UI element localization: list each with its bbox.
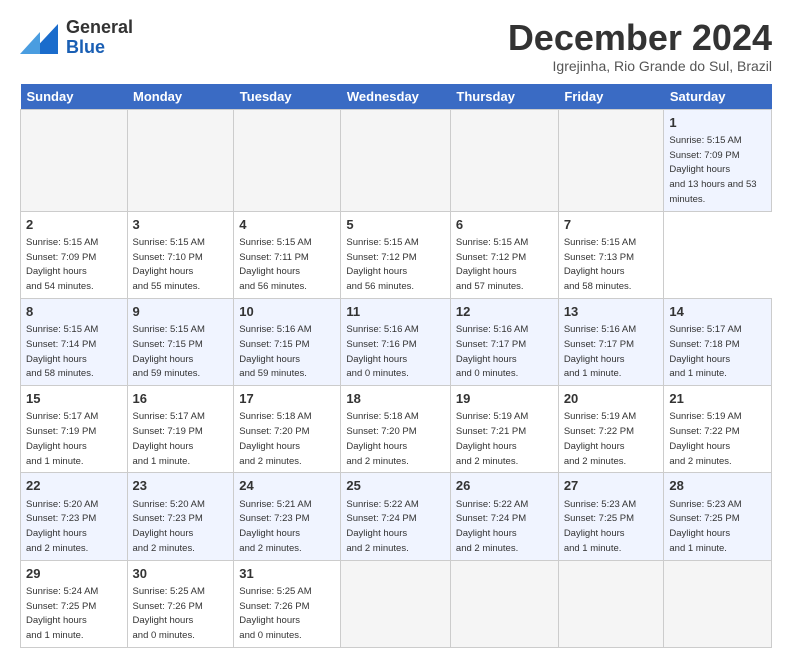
- calendar-week-5: 22Sunrise: 5:20 AMSunset: 7:23 PMDayligh…: [21, 473, 772, 560]
- calendar-day-26: 26Sunrise: 5:22 AMSunset: 7:24 PMDayligh…: [450, 473, 558, 560]
- calendar-day-30: 30Sunrise: 5:25 AMSunset: 7:26 PMDayligh…: [127, 560, 234, 647]
- calendar-day-14: 14Sunrise: 5:17 AMSunset: 7:18 PMDayligh…: [664, 298, 772, 385]
- logo-blue: Blue: [66, 38, 133, 58]
- calendar-day-24: 24Sunrise: 5:21 AMSunset: 7:23 PMDayligh…: [234, 473, 341, 560]
- col-header-friday: Friday: [558, 84, 664, 110]
- calendar-day-9: 9Sunrise: 5:15 AMSunset: 7:15 PMDaylight…: [127, 298, 234, 385]
- logo-icon: [20, 22, 58, 54]
- calendar-day-27: 27Sunrise: 5:23 AMSunset: 7:25 PMDayligh…: [558, 473, 664, 560]
- calendar-day-19: 19Sunrise: 5:19 AMSunset: 7:21 PMDayligh…: [450, 386, 558, 473]
- empty-cell: [341, 109, 451, 211]
- calendar-day-7: 7Sunrise: 5:15 AMSunset: 7:13 PMDaylight…: [558, 211, 664, 298]
- calendar-day-3: 3Sunrise: 5:15 AMSunset: 7:10 PMDaylight…: [127, 211, 234, 298]
- right-header: December 2024 Igrejinha, Rio Grande do S…: [508, 18, 772, 74]
- calendar-day-16: 16Sunrise: 5:17 AMSunset: 7:19 PMDayligh…: [127, 386, 234, 473]
- calendar-day-5: 5Sunrise: 5:15 AMSunset: 7:12 PMDaylight…: [341, 211, 451, 298]
- logo-general: General: [66, 18, 133, 38]
- calendar-day-13: 13Sunrise: 5:16 AMSunset: 7:17 PMDayligh…: [558, 298, 664, 385]
- page: General Blue December 2024 Igrejinha, Ri…: [0, 0, 792, 658]
- calendar-day-23: 23Sunrise: 5:20 AMSunset: 7:23 PMDayligh…: [127, 473, 234, 560]
- calendar-day-4: 4Sunrise: 5:15 AMSunset: 7:11 PMDaylight…: [234, 211, 341, 298]
- calendar-day-12: 12Sunrise: 5:16 AMSunset: 7:17 PMDayligh…: [450, 298, 558, 385]
- col-header-thursday: Thursday: [450, 84, 558, 110]
- empty-cell: [558, 560, 664, 647]
- calendar-day-22: 22Sunrise: 5:20 AMSunset: 7:23 PMDayligh…: [21, 473, 128, 560]
- empty-cell: [450, 560, 558, 647]
- empty-cell: [558, 109, 664, 211]
- calendar-day-31: 31Sunrise: 5:25 AMSunset: 7:26 PMDayligh…: [234, 560, 341, 647]
- location: Igrejinha, Rio Grande do Sul, Brazil: [508, 58, 772, 74]
- col-header-tuesday: Tuesday: [234, 84, 341, 110]
- calendar-week-1: 1Sunrise: 5:15 AMSunset: 7:09 PMDaylight…: [21, 109, 772, 211]
- calendar-week-3: 8Sunrise: 5:15 AMSunset: 7:14 PMDaylight…: [21, 298, 772, 385]
- calendar-day-10: 10Sunrise: 5:16 AMSunset: 7:15 PMDayligh…: [234, 298, 341, 385]
- header-row: SundayMondayTuesdayWednesdayThursdayFrid…: [21, 84, 772, 110]
- calendar-day-2: 2Sunrise: 5:15 AMSunset: 7:09 PMDaylight…: [21, 211, 128, 298]
- calendar-week-4: 15Sunrise: 5:17 AMSunset: 7:19 PMDayligh…: [21, 386, 772, 473]
- empty-cell: [450, 109, 558, 211]
- col-header-wednesday: Wednesday: [341, 84, 451, 110]
- calendar-day-6: 6Sunrise: 5:15 AMSunset: 7:12 PMDaylight…: [450, 211, 558, 298]
- empty-cell: [127, 109, 234, 211]
- calendar-day-15: 15Sunrise: 5:17 AMSunset: 7:19 PMDayligh…: [21, 386, 128, 473]
- empty-cell: [664, 560, 772, 647]
- calendar-day-18: 18Sunrise: 5:18 AMSunset: 7:20 PMDayligh…: [341, 386, 451, 473]
- month-title: December 2024: [508, 18, 772, 58]
- calendar-day-28: 28Sunrise: 5:23 AMSunset: 7:25 PMDayligh…: [664, 473, 772, 560]
- calendar-day-25: 25Sunrise: 5:22 AMSunset: 7:24 PMDayligh…: [341, 473, 451, 560]
- calendar-day-1: 1Sunrise: 5:15 AMSunset: 7:09 PMDaylight…: [664, 109, 772, 211]
- calendar-day-21: 21Sunrise: 5:19 AMSunset: 7:22 PMDayligh…: [664, 386, 772, 473]
- empty-cell: [234, 109, 341, 211]
- calendar-day-17: 17Sunrise: 5:18 AMSunset: 7:20 PMDayligh…: [234, 386, 341, 473]
- empty-cell: [341, 560, 451, 647]
- header: General Blue December 2024 Igrejinha, Ri…: [20, 18, 772, 74]
- calendar-day-11: 11Sunrise: 5:16 AMSunset: 7:16 PMDayligh…: [341, 298, 451, 385]
- col-header-saturday: Saturday: [664, 84, 772, 110]
- logo: General Blue: [20, 18, 133, 58]
- calendar-week-6: 29Sunrise: 5:24 AMSunset: 7:25 PMDayligh…: [21, 560, 772, 647]
- calendar-day-29: 29Sunrise: 5:24 AMSunset: 7:25 PMDayligh…: [21, 560, 128, 647]
- calendar-week-2: 2Sunrise: 5:15 AMSunset: 7:09 PMDaylight…: [21, 211, 772, 298]
- calendar-day-20: 20Sunrise: 5:19 AMSunset: 7:22 PMDayligh…: [558, 386, 664, 473]
- col-header-sunday: Sunday: [21, 84, 128, 110]
- empty-cell: [21, 109, 128, 211]
- calendar-table: SundayMondayTuesdayWednesdayThursdayFrid…: [20, 84, 772, 648]
- calendar-day-8: 8Sunrise: 5:15 AMSunset: 7:14 PMDaylight…: [21, 298, 128, 385]
- col-header-monday: Monday: [127, 84, 234, 110]
